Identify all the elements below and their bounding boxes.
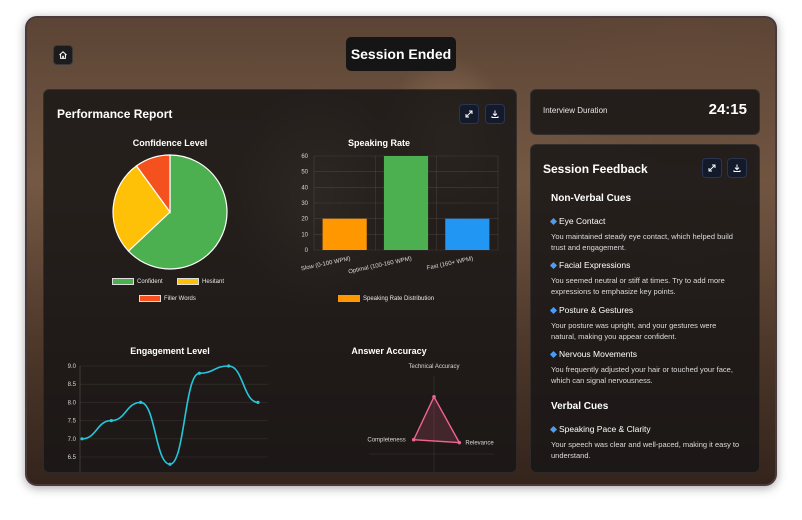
y-tick-label: 7.5 bbox=[68, 419, 77, 425]
y-tick-label: 10 bbox=[301, 232, 308, 238]
feedback-heading: Posture & Gestures bbox=[559, 305, 634, 315]
app-screen: Session Ended Performance Report Confide… bbox=[27, 18, 775, 484]
session-feedback-panel: Session Feedback Non-Verbal Cues Eye Con… bbox=[530, 144, 760, 473]
legend-label-hesitant: Hesitant bbox=[202, 278, 225, 285]
bar bbox=[383, 156, 429, 250]
line-point bbox=[109, 419, 113, 423]
confidence-chart-title: Confidence Level bbox=[132, 138, 208, 148]
line-point bbox=[197, 371, 201, 375]
legend-confident: Confident bbox=[112, 278, 163, 285]
answer-accuracy-radar-chart: Technical Accuracy Relevance Completeness bbox=[367, 364, 494, 472]
expand-button[interactable] bbox=[459, 104, 479, 124]
speaking-rate-chart-title: Speaking Rate bbox=[347, 138, 411, 148]
diamond-icon bbox=[549, 261, 558, 269]
performance-report-title: Performance Report bbox=[57, 107, 173, 121]
diamond-icon bbox=[549, 217, 558, 225]
feedback-item-facial-expressions: Facial Expressions bbox=[549, 260, 631, 270]
home-icon bbox=[59, 51, 67, 59]
x-tick-label: Slow (0-100 WPM) bbox=[301, 256, 351, 272]
y-tick-label: 8.0 bbox=[68, 400, 77, 406]
accuracy-chart-title: Answer Accuracy bbox=[351, 346, 427, 356]
x-tick-label: Fast (160+ WPM) bbox=[426, 256, 473, 272]
feedback-heading: Facial Expressions bbox=[559, 260, 631, 270]
speaking-rate-bar-chart: 0 10 20 30 40 50 60 Slow (0-100 WPM)Optimal (10… bbox=[301, 154, 499, 275]
legend-swatch-confident bbox=[112, 278, 134, 285]
download-icon bbox=[733, 164, 741, 172]
legend-hesitant: Hesitant bbox=[177, 278, 224, 285]
bar bbox=[322, 218, 367, 250]
app-frame: Session Ended Performance Report Confide… bbox=[25, 16, 777, 486]
radar-axis-label: Technical Accuracy bbox=[408, 364, 459, 370]
feedback-expand-button[interactable] bbox=[702, 158, 722, 178]
legend-swatch-filler bbox=[139, 295, 161, 302]
feedback-body: Your posture was upright, and your gestu… bbox=[551, 321, 717, 341]
line-point bbox=[168, 462, 172, 466]
feedback-item-nervous-movements: Nervous Movements bbox=[549, 349, 637, 359]
feedback-heading: Eye Contact bbox=[559, 216, 606, 226]
legend-label-speaking: Speaking Rate Distribution bbox=[363, 295, 435, 302]
nonverbal-section-title: Non-Verbal Cues bbox=[551, 193, 632, 204]
download-button[interactable] bbox=[485, 104, 505, 124]
feedback-body: Your speech was clear and well-paced, ma… bbox=[551, 440, 740, 460]
y-tick-label: 9.0 bbox=[68, 364, 77, 370]
legend-label-confident: Confident bbox=[137, 278, 163, 285]
feedback-download-button[interactable] bbox=[727, 158, 747, 178]
y-tick-label: 30 bbox=[301, 201, 308, 207]
download-icon bbox=[491, 110, 499, 118]
performance-report-panel: Performance Report Confidence Level Conf… bbox=[43, 89, 517, 473]
legend-speaking-rate: Speaking Rate Distribution bbox=[338, 295, 434, 302]
feedback-heading: Speaking Pace & Clarity bbox=[559, 424, 651, 434]
line-point bbox=[80, 437, 84, 441]
diamond-icon bbox=[549, 425, 558, 433]
feedback-body: You frequently adjusted your hair or tou… bbox=[551, 365, 733, 385]
y-tick-label: 7.0 bbox=[68, 437, 77, 443]
bar bbox=[445, 218, 490, 250]
legend-swatch-speaking bbox=[338, 295, 360, 302]
y-tick-label: 40 bbox=[301, 185, 308, 191]
y-tick-label: 50 bbox=[301, 170, 308, 176]
legend-swatch-hesitant bbox=[177, 278, 199, 285]
radar-axis-label: Completeness bbox=[367, 438, 405, 444]
y-tick-label: 60 bbox=[301, 154, 308, 160]
y-tick-label: 8.5 bbox=[68, 382, 77, 388]
verbal-section-title: Verbal Cues bbox=[551, 401, 609, 412]
radar-axis-label: Relevance bbox=[465, 441, 494, 447]
accuracy-polygon bbox=[412, 395, 461, 444]
engagement-line-chart: 6.5 7.0 7.5 8.0 8.5 9.0 bbox=[68, 364, 268, 472]
feedback-item-eye-contact: Eye Contact bbox=[549, 216, 606, 226]
y-tick-label: 20 bbox=[301, 217, 308, 223]
y-tick-label: 6.5 bbox=[68, 455, 77, 461]
home-button[interactable] bbox=[53, 45, 73, 65]
duration-label: Interview Duration bbox=[543, 106, 608, 115]
engagement-chart-title: Engagement Level bbox=[130, 346, 210, 356]
feedback-body: You seemed neutral or stiff at times. Tr… bbox=[551, 276, 725, 296]
feedback-heading: Nervous Movements bbox=[559, 349, 637, 359]
diamond-icon bbox=[549, 306, 558, 314]
x-tick-label: Optimal (100-160 WPM) bbox=[348, 256, 413, 275]
expand-icon bbox=[708, 164, 716, 172]
feedback-item-posture-gestures: Posture & Gestures bbox=[549, 305, 634, 315]
legend-label-filler: Filler Words bbox=[164, 295, 196, 302]
diamond-icon bbox=[549, 350, 558, 358]
session-feedback-title: Session Feedback bbox=[543, 162, 648, 176]
line-point bbox=[256, 400, 260, 404]
feedback-body: You maintained steady eye contact, which… bbox=[551, 232, 733, 252]
radar-point bbox=[457, 440, 462, 445]
y-tick-label: 0 bbox=[305, 248, 309, 254]
line-point bbox=[139, 400, 143, 404]
confidence-pie-chart bbox=[112, 154, 228, 270]
legend-filler-words: Filler Words bbox=[139, 295, 196, 302]
interview-duration-panel: Interview Duration 24:15 bbox=[530, 89, 760, 135]
expand-icon bbox=[465, 110, 473, 118]
duration-value: 24:15 bbox=[708, 101, 747, 118]
engagement-line bbox=[81, 365, 259, 466]
radar-point bbox=[411, 437, 416, 442]
feedback-item-speaking-pace: Speaking Pace & Clarity bbox=[549, 424, 651, 434]
line-point bbox=[227, 364, 231, 368]
session-status-title: Session Ended bbox=[346, 37, 456, 71]
radar-point bbox=[432, 395, 436, 399]
